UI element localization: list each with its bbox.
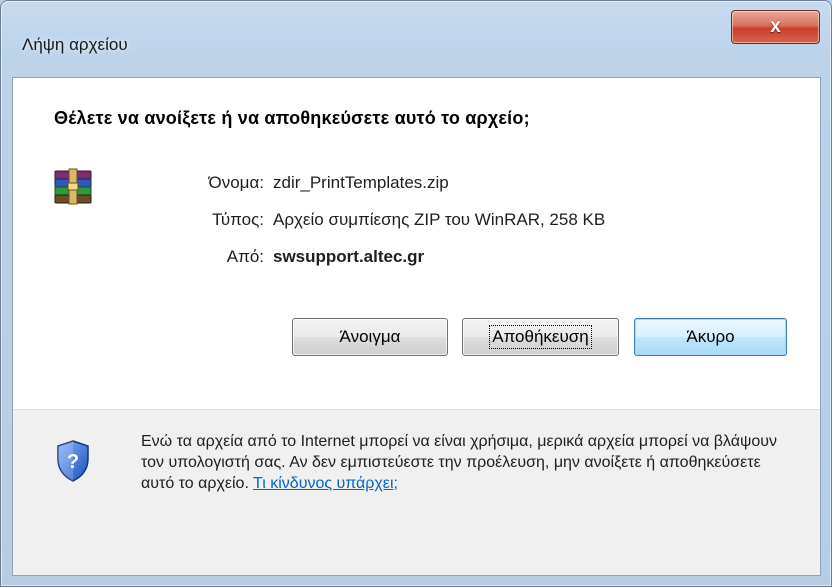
- cancel-button[interactable]: Άκυρο: [634, 318, 787, 356]
- name-label: Όνομα:: [208, 173, 264, 192]
- type-label: Τύπος:: [211, 210, 264, 229]
- security-shield-icon: ?: [57, 440, 89, 482]
- what-is-the-risk-link[interactable]: Τι κίνδυνος υπάρχει;: [253, 475, 398, 492]
- svg-text:?: ?: [67, 451, 79, 473]
- winrar-archive-icon: [54, 168, 92, 205]
- from-label: Από:: [226, 247, 264, 266]
- window-title: Λήψη αρχείου: [22, 35, 128, 54]
- open-button[interactable]: Άνοιγμα: [292, 318, 448, 356]
- dialog-window: Λήψη αρχείου x Θέλετε να ανοίξετε ή να α…: [0, 0, 832, 587]
- file-source: swsupport.altec.gr: [273, 247, 425, 266]
- open-button-label: Άνοιγμα: [339, 327, 401, 346]
- close-button[interactable]: x: [731, 10, 820, 44]
- cancel-button-label: Άκυρο: [686, 327, 735, 346]
- warning-message: Ενώ τα αρχεία από το Internet μπορεί να …: [141, 433, 778, 492]
- dialog-content: Θέλετε να ανοίξετε ή να αποθηκεύσετε αυτ…: [12, 77, 821, 576]
- file-type: Αρχείο συμπίεσης ZIP του WinRAR, 258 KB: [273, 210, 606, 229]
- question-heading: Θέλετε να ανοίξετε ή να αποθηκεύσετε αυτ…: [54, 108, 530, 128]
- save-button[interactable]: Αποθήκευση: [462, 318, 619, 356]
- save-button-label: Αποθήκευση: [489, 325, 592, 349]
- security-warning-text: Ενώ τα αρχεία από το Internet μπορεί να …: [141, 431, 791, 494]
- file-name: zdir_PrintTemplates.zip: [273, 173, 449, 192]
